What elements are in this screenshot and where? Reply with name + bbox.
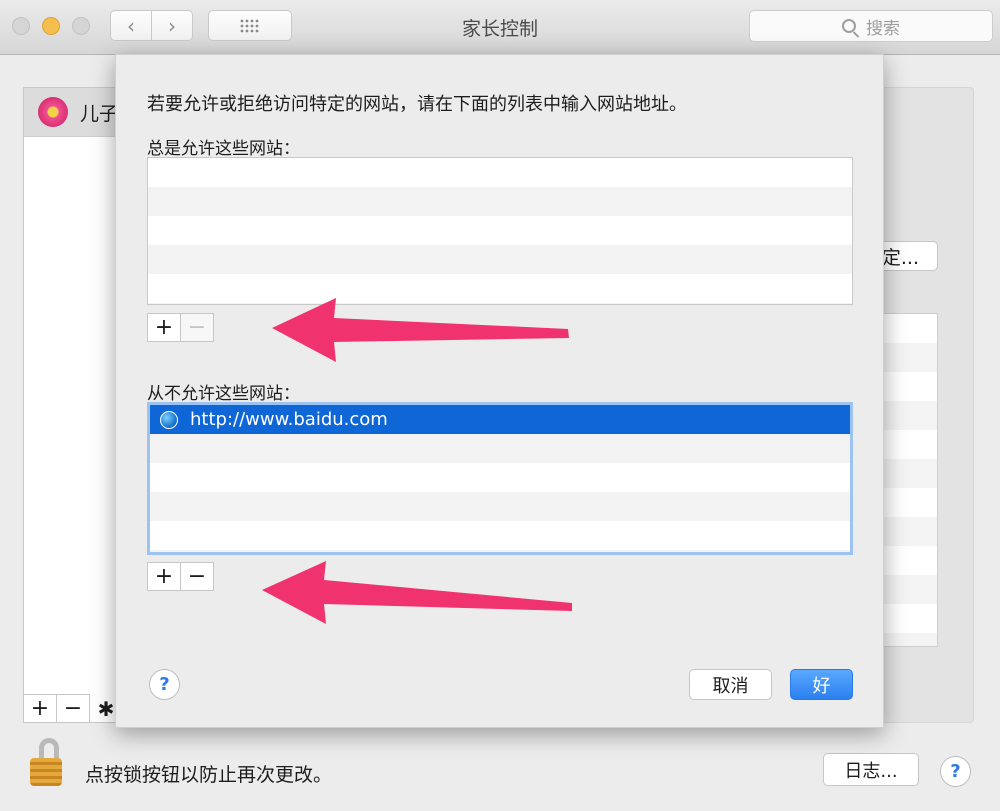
remove-user-button[interactable]: −	[56, 694, 90, 723]
allow-list-controls: + −	[147, 313, 214, 342]
sheet-help-button[interactable]: ?	[149, 669, 180, 700]
instruction-text: 若要允许或拒绝访问特定的网站，请在下面的列表中输入网站地址。	[147, 94, 687, 115]
question-icon: ?	[950, 761, 961, 782]
question-icon: ?	[159, 674, 170, 695]
deny-sites-list[interactable]: http://www.baidu.com	[147, 402, 853, 555]
lock-message: 点按锁按钮以防止再次更改。	[85, 764, 333, 786]
user-list: 儿子	[23, 87, 126, 723]
deny-list-controls: + −	[147, 562, 214, 591]
site-url: http://www.baidu.com	[190, 409, 388, 430]
search-icon	[842, 19, 856, 33]
background-table	[884, 313, 938, 647]
add-allowed-site-button[interactable]: +	[147, 313, 181, 342]
list-item[interactable]: http://www.baidu.com	[150, 405, 850, 434]
user-list-controls: + − ✱	[23, 694, 122, 723]
cancel-button[interactable]: 取消	[689, 669, 772, 700]
title-bar: ‹ › 家长控制 搜索	[0, 0, 1000, 55]
flower-avatar-icon	[38, 97, 68, 127]
remove-allowed-site-button[interactable]: −	[180, 313, 214, 342]
deny-list-label: 从不允许这些网站：	[147, 384, 300, 404]
ok-button[interactable]: 好	[790, 669, 853, 700]
add-user-button[interactable]: +	[23, 694, 57, 723]
remove-denied-site-button[interactable]: −	[180, 562, 214, 591]
website-restrictions-sheet: 若要允许或拒绝访问特定的网站，请在下面的列表中输入网站地址。 总是允许这些网站：…	[115, 54, 884, 728]
log-button[interactable]: 日志...	[823, 753, 919, 786]
lock-icon[interactable]	[30, 738, 66, 788]
allow-list-label: 总是允许这些网站：	[147, 139, 300, 159]
user-name: 儿子	[80, 102, 119, 125]
search-input[interactable]: 搜索	[749, 10, 993, 42]
add-denied-site-button[interactable]: +	[147, 562, 181, 591]
globe-icon	[160, 410, 178, 429]
help-button[interactable]: ?	[940, 756, 971, 787]
user-list-item[interactable]: 儿子	[24, 88, 125, 137]
allow-sites-list[interactable]	[147, 157, 853, 305]
search-placeholder: 搜索	[866, 18, 900, 39]
